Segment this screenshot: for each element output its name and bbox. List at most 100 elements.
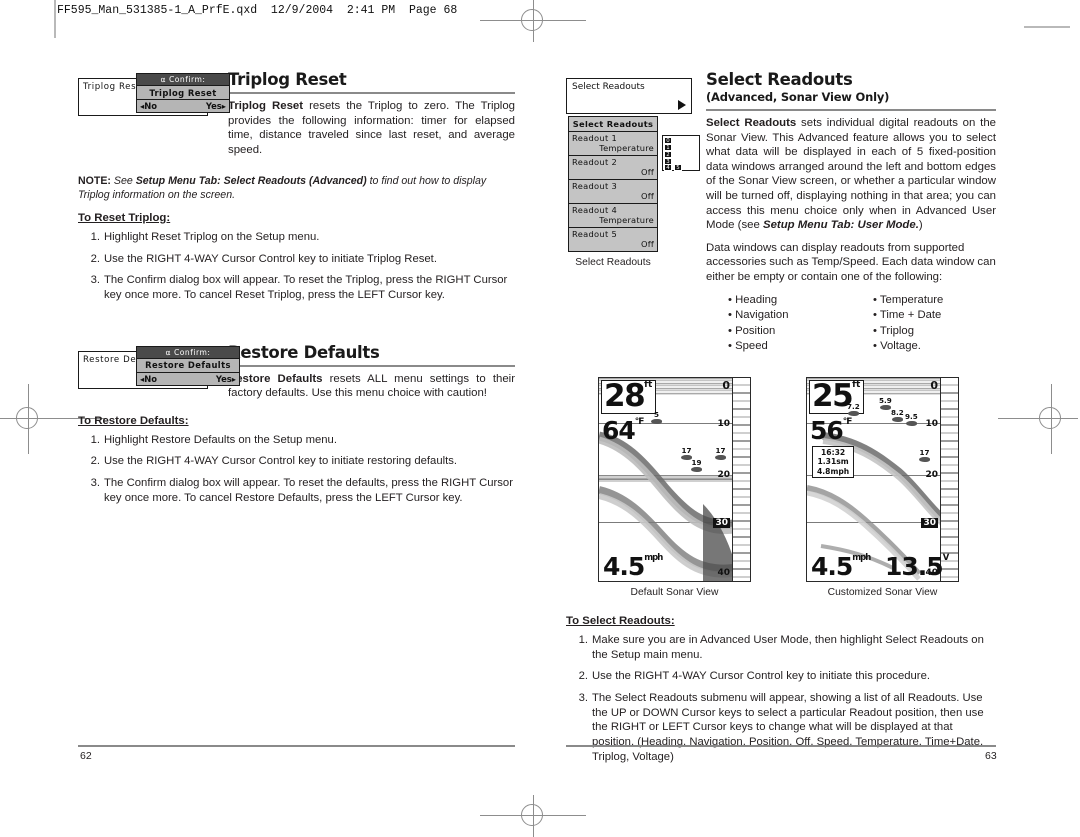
readout-row-1[interactable]: Readout 1 Temperature [569, 132, 657, 156]
temperature-unit: °F [842, 416, 853, 427]
customized-sonar-view-caption: Customized Sonar View [827, 586, 938, 598]
readout-row-2[interactable]: Readout 2 Off [569, 156, 657, 180]
speed-unit: mph [644, 552, 663, 563]
select-readouts-menu-strip[interactable]: Select Readouts [566, 78, 692, 114]
readout-option: Temperature [873, 293, 996, 309]
temperature-value: 56 [810, 415, 844, 445]
triplog-distance: 1.31sm [817, 457, 849, 467]
readout-row-4[interactable]: Readout 4 Temperature [569, 204, 657, 228]
temperature-value: 64 [602, 415, 636, 445]
speed-value: 4.5 [811, 551, 853, 581]
triplog-note: NOTE: See Setup Menu Tab: Select Readout… [78, 175, 487, 201]
fish-depth-label: 7.2 [847, 401, 860, 411]
speed-readout: 4.5mph [603, 551, 663, 581]
scale-label-20: 20 [925, 469, 938, 480]
fish-depth-label: 17 [715, 445, 726, 455]
readout-row-5[interactable]: Readout 5 Off [569, 228, 657, 251]
triplog-confirm-title: Triplog Reset [137, 86, 229, 100]
to-restore-defaults-heading: To Restore Defaults: [78, 414, 189, 427]
voltage-readout: 13.5V [885, 551, 949, 581]
readout-option: Speed [728, 339, 851, 355]
select-readouts-heading: Select Readouts [706, 70, 853, 89]
fish-depth-label: 17 [681, 445, 692, 455]
step-number: 1. [90, 433, 100, 446]
default-sonar-view-figure: 0 10 20 30 40 28ft 64°F 4.5mph 5 17 19 1… [598, 376, 751, 598]
readout-option: Voltage. [873, 339, 996, 355]
fish-arch: 5.9 [879, 396, 892, 410]
fish-arch: 17 [919, 448, 930, 462]
restore-confirm-dialog: ⍺ Confirm: Restore Defaults ◂No Yes▸ [136, 345, 240, 386]
customized-sonar-view-figure: 0 10 20 30 40 25ft 56°F 16:32 1.31sm 4.8… [806, 376, 959, 598]
scale-label-30: 30 [713, 517, 730, 528]
readout-row-3[interactable]: Readout 3 Off [569, 180, 657, 204]
restore-menu-mockup: Restore Defaults ⍺ Confirm: Restore Defa… [78, 345, 240, 389]
select-readouts-paragraph-1: Select Readouts sets individual digital … [706, 117, 996, 232]
triplog-time: 16:32 [821, 447, 846, 457]
prepress-slug: FF595_Man_531385-1_A_PrfE.qxd 12/9/2004 … [57, 4, 458, 17]
restore-confirm-yes[interactable]: Yes▸ [216, 374, 236, 384]
readout-key: Readout 2 [572, 157, 618, 167]
triplog-confirm-no[interactable]: ◂No [140, 101, 157, 111]
fish-depth-label: 5 [653, 409, 659, 419]
readout-options-left-column: Heading Navigation Position Speed [706, 293, 851, 355]
triplog-reset-heading: Triplog Reset [228, 70, 347, 89]
registration-mark-top [480, 0, 586, 42]
registration-mark-left [0, 384, 106, 454]
triplog-confirm-header: ⍺ Confirm: [137, 74, 229, 86]
step-number: 3. [90, 274, 100, 287]
heading-rule [706, 109, 996, 111]
restore-confirm-no[interactable]: ◂No [140, 374, 157, 384]
depth-readout: 28ft [601, 379, 657, 414]
trim-line-left [54, 0, 56, 38]
scale-label-30: 30 [921, 517, 938, 528]
restore-confirm-title: Restore Defaults [137, 359, 239, 373]
speed-unit: mph [852, 552, 871, 563]
right-page-number: 63 [985, 750, 997, 762]
scale-label-0: 0 [930, 378, 938, 392]
step-number: 1. [578, 633, 588, 646]
fish-depth-label: 8.2 [891, 407, 904, 417]
paragraph-1-lead: Select Readouts [706, 117, 797, 129]
speed-value: 4.5 [603, 551, 645, 581]
submenu-title: Select Readouts [569, 117, 657, 132]
triplog-avg-speed: 4.8mph [817, 466, 850, 476]
readout-options-right-column: Temperature Time + Date Triplog Voltage. [851, 293, 996, 355]
triplog-reset-body: Triplog Reset resets the Triplog to zero… [228, 100, 516, 156]
depth-unit: ft [644, 379, 653, 390]
restore-defaults-body: Restore Defaults resets ALL menu setting… [228, 372, 515, 400]
scale-label-0: 0 [722, 378, 730, 392]
step-item: 2. Use the RIGHT 4-WAY Cursor Control key… [78, 252, 515, 267]
temperature-unit: °F [634, 416, 645, 427]
step-item: 2. Use the RIGHT 4-WAY Cursor Control key… [78, 454, 515, 469]
readout-option: Position [728, 324, 851, 340]
step-number: 2. [90, 455, 100, 468]
right-arrow-icon [678, 100, 686, 110]
position-cell-2: 2 [664, 151, 672, 158]
fish-depth-label: 9.5 [905, 411, 918, 421]
step-item: 1. Make sure you are in Advanced User Mod… [566, 633, 996, 662]
readout-key: Readout 4 [572, 205, 618, 215]
depth-unit: ft [852, 379, 861, 390]
voltage-value: 13.5 [885, 551, 944, 581]
scale-label-10: 10 [925, 418, 938, 429]
temperature-readout: 56°F [810, 415, 853, 445]
triplog-menu-mockup: Triplog Reset ⍺ Confirm: Triplog Reset ◂… [78, 73, 230, 116]
select-readouts-subheading: (Advanced, Sonar View Only) [706, 90, 890, 104]
customized-sonar-view-image: 0 10 20 30 40 25ft 56°F 16:32 1.31sm 4.8… [806, 376, 959, 582]
fish-arch: 5 [651, 410, 662, 424]
section-triplog-reset: Triplog Reset ⍺ Confirm: Triplog Reset ◂… [78, 70, 515, 303]
readout-option: Triplog [873, 324, 996, 340]
to-reset-triplog-heading: To Reset Triplog: [78, 211, 171, 224]
to-select-readouts-heading: To Select Readouts: [566, 614, 675, 627]
step-number: 1. [90, 230, 100, 243]
restore-defaults-heading: Restore Defaults [228, 342, 380, 362]
step-item: 3. The Confirm dialog box will appear. To… [78, 476, 515, 505]
step-item: 1. Highlight Reset Triplog on the Setup m… [78, 230, 515, 245]
readout-value: Temperature [599, 215, 654, 225]
position-cell-1: 1 [664, 144, 672, 151]
default-sonar-view-caption: Default Sonar View [630, 586, 719, 598]
step-number: 3. [578, 691, 588, 704]
triplog-confirm-yes[interactable]: Yes▸ [206, 101, 226, 111]
readout-value: Off [641, 191, 654, 201]
fish-depth-label: 17 [919, 447, 930, 457]
